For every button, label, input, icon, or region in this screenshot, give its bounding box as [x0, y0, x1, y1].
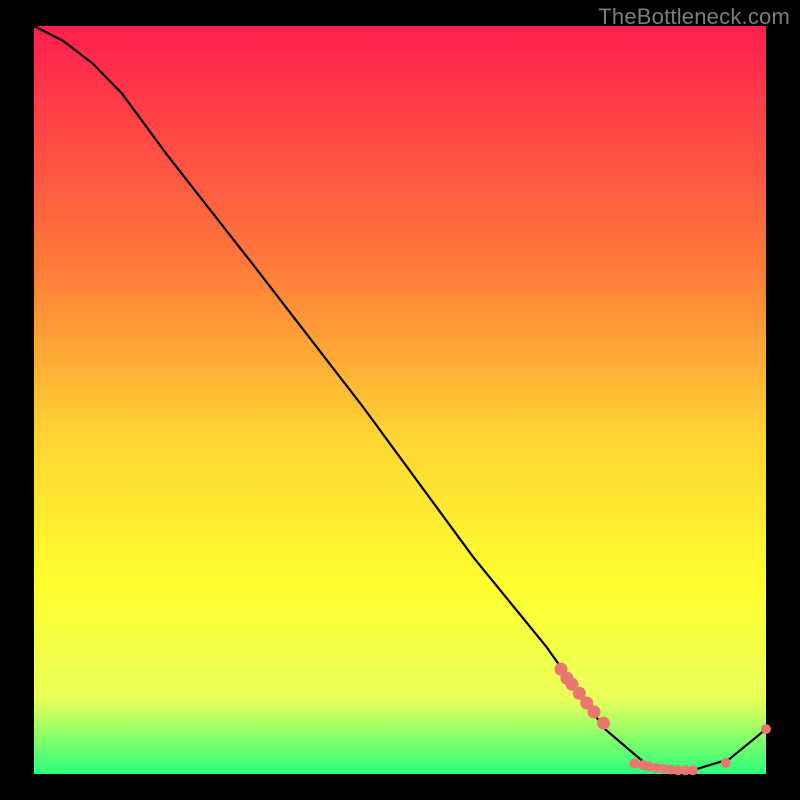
marker-dot — [688, 765, 698, 775]
watermark-text: TheBottleneck.com — [598, 4, 790, 30]
marker-dot — [587, 705, 600, 718]
marker-dot — [761, 724, 771, 734]
marker-dot — [597, 717, 610, 730]
bottleneck-chart — [0, 0, 800, 800]
marker-dot — [721, 758, 731, 768]
marker-dot — [629, 759, 639, 769]
gradient-background — [34, 26, 766, 774]
